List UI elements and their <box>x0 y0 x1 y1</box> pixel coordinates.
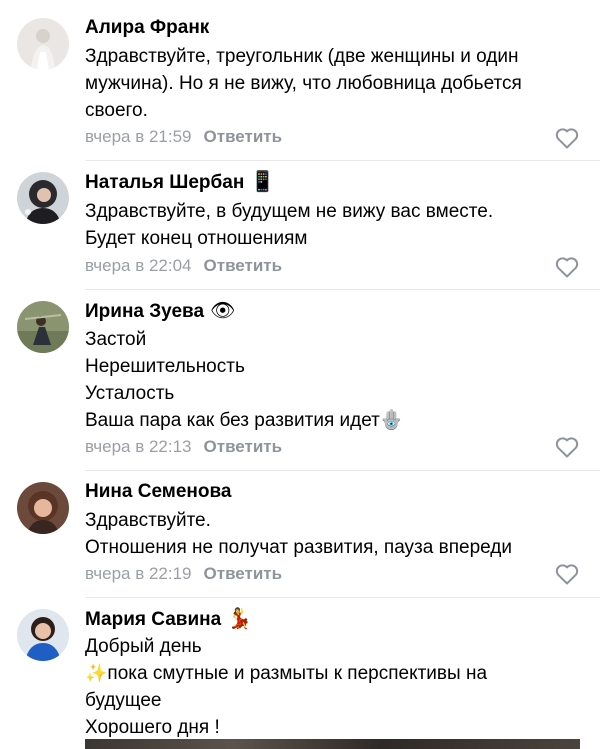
comment-author[interactable]: Ирина Зуева 👁 <box>85 299 235 324</box>
attached-photo[interactable] <box>85 739 580 749</box>
comment-line: Здравствуйте, в будущем не вижу вас вмес… <box>85 201 494 222</box>
comment-meta: вчера в 21:59 Ответить <box>85 127 282 147</box>
like-heart-icon[interactable] <box>555 127 579 149</box>
comment-line-text: Ваша пара как без развития идет <box>85 410 380 431</box>
divider <box>85 470 600 471</box>
comment-line: Ваша пара как без развития идет🪬 <box>85 407 565 434</box>
eye-icon: 👁 <box>210 300 236 322</box>
comment-meta: вчера в 22:04 Ответить <box>85 256 282 276</box>
like-heart-icon[interactable] <box>555 436 579 458</box>
comment-line: Застой <box>85 329 147 350</box>
comment-line: Добрый день <box>85 636 202 657</box>
avatar[interactable] <box>17 301 69 353</box>
comment-meta: вчера в 22:13 Ответить <box>85 437 282 457</box>
comment-line: мужчина). Но я не вижу, что любовница до… <box>85 73 522 94</box>
comment-text: Застой Нерешительность Усталость Ваша па… <box>85 326 565 434</box>
divider <box>85 160 600 161</box>
comment-timestamp: вчера в 22:04 <box>85 256 192 275</box>
author-name[interactable]: Мария Савина <box>85 609 221 630</box>
comment-line: своего. <box>85 100 148 121</box>
author-name[interactable]: Ирина Зуева <box>85 301 204 322</box>
comment-text: Здравствуйте, треугольник (две женщины и… <box>85 43 565 124</box>
reply-button[interactable]: Ответить <box>204 127 283 146</box>
comment-author[interactable]: Алира Франк <box>85 16 209 40</box>
comment-line: Отношения не получат развития, пауза впе… <box>85 537 512 558</box>
comment-line: будущее <box>85 690 162 711</box>
sparkles-icon: ✨ <box>85 663 108 683</box>
reply-button[interactable]: Ответить <box>204 564 283 583</box>
comment-text: Здравствуйте, в будущем не вижу вас вмес… <box>85 198 565 252</box>
author-name[interactable]: Алира Франк <box>85 17 209 38</box>
comment-timestamp: вчера в 22:19 <box>85 564 192 583</box>
avatar[interactable] <box>17 482 69 534</box>
comment-line: Хорошего дня ! <box>85 717 220 738</box>
avatar[interactable] <box>17 609 69 661</box>
comment-author[interactable]: Нина Семенова <box>85 480 231 504</box>
comment-author[interactable]: Наталья Шербан 📱 <box>85 170 275 195</box>
comment-line: ✨пока смутные и размыты к перспективы на <box>85 660 565 687</box>
author-name[interactable]: Наталья Шербан <box>85 172 244 193</box>
reply-button[interactable]: Ответить <box>204 256 283 275</box>
comment-timestamp: вчера в 22:13 <box>85 437 192 456</box>
divider <box>85 597 600 598</box>
hamsa-icon: 🪬 <box>379 410 404 431</box>
comment-line: Усталость <box>85 383 175 404</box>
author-name[interactable]: Нина Семенова <box>85 481 231 502</box>
comment-text: Здравствуйте. Отношения не получат разви… <box>85 507 565 561</box>
comment-line-text: пока смутные и размыты к перспективы на <box>107 663 488 684</box>
avatar[interactable] <box>17 172 69 224</box>
comment-line: Будет конец отношениям <box>85 228 308 249</box>
avatar[interactable] <box>17 18 69 70</box>
like-heart-icon[interactable] <box>555 563 579 585</box>
mobile-phone-icon: 📱 <box>250 171 276 193</box>
comment-line: Здравствуйте. <box>85 510 211 531</box>
dancer-icon: 💃 <box>227 608 253 630</box>
comment-line: Нерешительность <box>85 356 245 377</box>
comment-timestamp: вчера в 21:59 <box>85 127 192 146</box>
like-heart-icon[interactable] <box>555 256 579 278</box>
comment-line: Здравствуйте, треугольник (две женщины и… <box>85 46 519 67</box>
comment-text: Добрый день ✨пока смутные и размыты к пе… <box>85 633 565 741</box>
reply-button[interactable]: Ответить <box>204 437 283 456</box>
comment-author[interactable]: Мария Савина 💃 <box>85 607 252 632</box>
divider <box>85 289 600 290</box>
comment-meta: вчера в 22:19 Ответить <box>85 564 282 584</box>
